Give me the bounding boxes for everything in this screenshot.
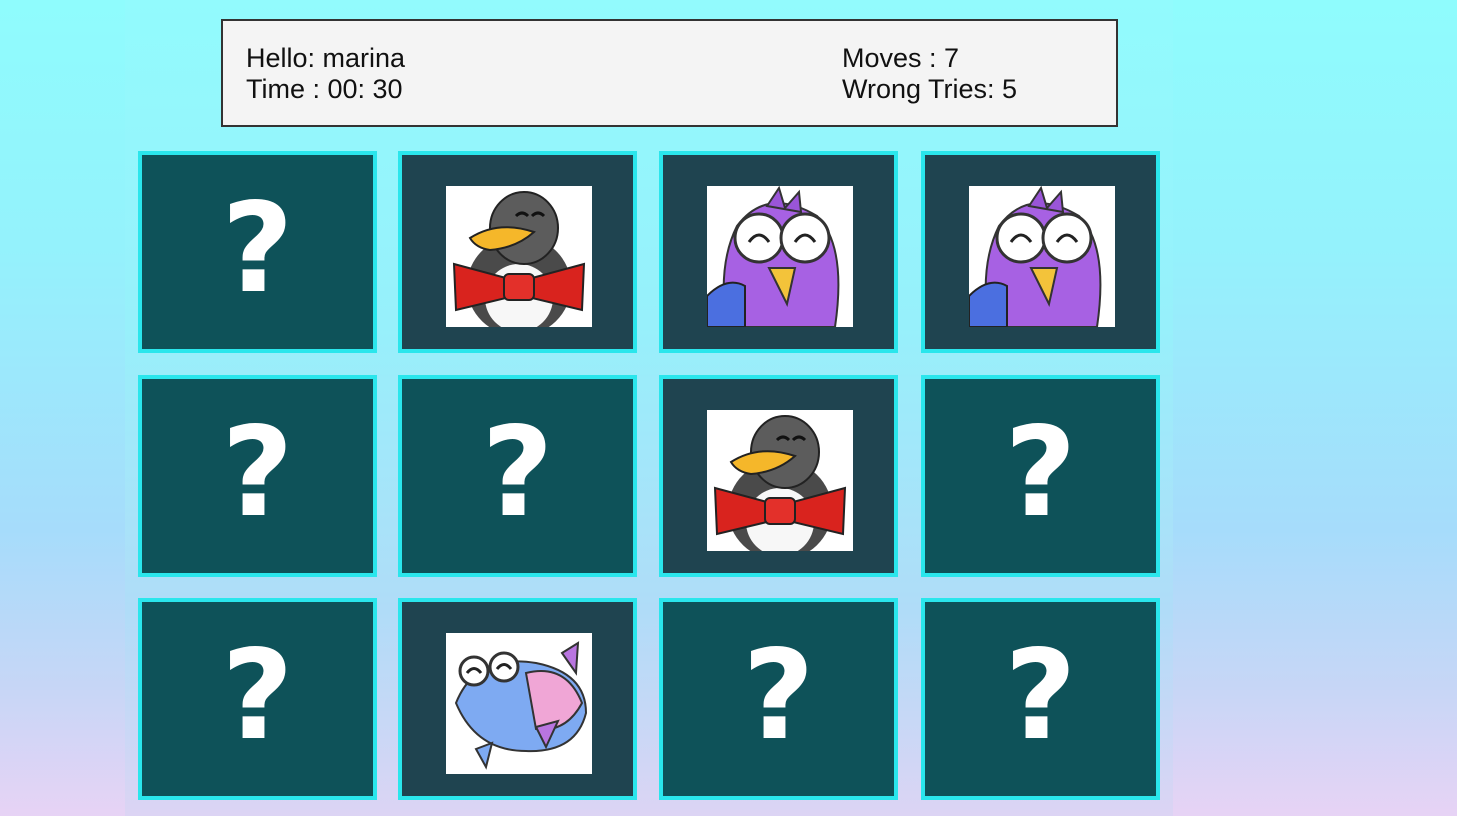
moves-counter: Moves : 7 — [842, 43, 960, 73]
card-hidden[interactable]: ? — [659, 598, 898, 800]
card-hidden[interactable]: ? — [921, 598, 1160, 800]
question-mark-icon: ? — [221, 401, 294, 545]
fish-icon — [446, 633, 592, 774]
status-right-group: Moves : 7 Wrong Tries: 5 — [842, 43, 1017, 105]
card-revealed[interactable] — [398, 151, 637, 353]
card-hidden[interactable]: ? — [138, 598, 377, 800]
card-hidden[interactable]: ? — [921, 375, 1160, 577]
card-hidden[interactable]: ? — [138, 151, 377, 353]
bird-icon — [969, 186, 1115, 327]
penguin-icon — [446, 186, 592, 327]
status-left-group: Hello: marina Time : 00: 30 — [246, 43, 405, 105]
question-mark-icon: ? — [742, 624, 815, 768]
bird-icon — [707, 186, 853, 327]
card-revealed[interactable] — [659, 375, 898, 577]
card-hidden[interactable]: ? — [138, 375, 377, 577]
question-mark-icon: ? — [221, 177, 294, 321]
penguin-icon — [707, 410, 853, 551]
wrong-tries-counter: Wrong Tries: 5 — [842, 74, 1018, 104]
card-revealed[interactable] — [659, 151, 898, 353]
question-mark-icon: ? — [221, 624, 294, 768]
question-mark-icon: ? — [1004, 624, 1077, 768]
question-mark-icon: ? — [1004, 401, 1077, 545]
timer-display: Time : 00: 30 — [246, 74, 403, 104]
card-hidden[interactable]: ? — [398, 375, 637, 577]
player-greeting: Hello: marina — [246, 43, 406, 73]
card-revealed[interactable] — [398, 598, 637, 800]
question-mark-icon: ? — [481, 401, 554, 545]
card-revealed[interactable] — [921, 151, 1160, 353]
status-panel: Hello: marina Time : 00: 30 Moves : 7 Wr… — [221, 19, 1118, 127]
